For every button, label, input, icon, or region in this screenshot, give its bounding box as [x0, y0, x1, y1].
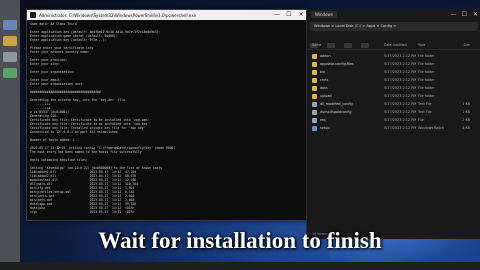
minimize-button[interactable]: — — [271, 10, 283, 20]
video-caption: Wait for installation to finish — [98, 228, 382, 253]
file-date: 5/17/2023 2:12 PM — [384, 94, 417, 98]
file-name-cell: setup — [312, 125, 384, 131]
folder-icon — [312, 93, 317, 99]
file-size: 1 KB — [462, 110, 470, 114]
file-row[interactable]: upload 5/17/2023 2:12 PM File folder — [312, 92, 476, 100]
folder-icon — [312, 77, 317, 83]
file-type: File folder — [418, 54, 435, 58]
window-controls: — ☐ ✕ — [448, 9, 480, 20]
file-size: 1 KB — [462, 102, 470, 106]
address-bar[interactable]: Windows > Local Disk (C:) > Apps > Confi… — [310, 22, 478, 31]
dock-app-icon[interactable] — [3, 68, 17, 78]
explorer-tab[interactable]: Windows — [311, 11, 337, 18]
file-name-cell: appdata-config-files — [312, 61, 384, 67]
file-type: File folder — [418, 78, 435, 82]
file-type: Windows Batch — [418, 126, 444, 130]
file-name: dumplingoldconfig — [320, 110, 352, 114]
file-name: upload — [320, 94, 332, 98]
document-icon — [312, 101, 317, 107]
file-name: dll_modified_config — [320, 102, 353, 106]
file-date: 5/17/2023 2:12 PM — [384, 62, 417, 66]
folder-icon — [312, 61, 317, 67]
powershell-window[interactable]: Administrator: C:\Windows\System32\Windo… — [26, 9, 308, 221]
file-size: 2 KB — [462, 118, 470, 122]
file-type: File folder — [418, 94, 435, 98]
explorer-toolbar — [310, 33, 478, 48]
file-row[interactable]: dll_modified_config 5/17/2023 2:12 PM Text… — [312, 100, 476, 108]
file-list: addon 5/17/2023 2:12 PM File folder appdata… — [307, 50, 480, 134]
maximize-button[interactable]: ☐ — [459, 9, 470, 20]
file-name: setup — [320, 126, 330, 130]
file-type: File folder — [418, 86, 435, 90]
folder-icon — [312, 53, 317, 59]
file-row[interactable]: dumplingoldconfig 5/17/2023 2:12 PM Text F… — [312, 108, 476, 116]
folder-icon — [312, 69, 317, 75]
file-row[interactable]: data 5/17/2023 2:12 PM File folder — [312, 84, 476, 92]
file-name: bin — [320, 70, 326, 74]
file-type: File folder — [418, 70, 435, 74]
dock-app-icon[interactable] — [3, 52, 17, 62]
file-type: File folder — [418, 62, 435, 66]
column-size[interactable]: Size — [450, 42, 470, 49]
document-icon — [312, 109, 317, 115]
file-name: data — [320, 86, 328, 90]
file-type: Text File — [418, 102, 432, 106]
file-name-cell: req — [312, 117, 384, 123]
window-controls: — ☐ ✕ — [271, 10, 307, 20]
file-date: 5/17/2023 2:12 PM — [384, 86, 417, 90]
file-date: 5/17/2023 2:12 PM — [384, 118, 417, 122]
file-row[interactable]: appdata-config-files 5/17/2023 2:12 PM Fil… — [312, 60, 476, 68]
file-name-cell: dll_modified_config — [312, 101, 384, 107]
file-date: 5/17/2023 2:12 PM — [384, 102, 417, 106]
file-name-cell: dumplingoldconfig — [312, 109, 384, 115]
file-date: 5/17/2023 2:12 PM — [384, 54, 417, 58]
taskbar — [0, 262, 480, 270]
console-titlebar[interactable]: Administrator: C:\Windows\System32\Windo… — [27, 10, 307, 20]
file-list-header: Name Date modified Type Size — [307, 42, 480, 50]
file-date: 5/17/2023 2:12 PM — [384, 70, 417, 74]
folder-icon — [312, 85, 317, 91]
document-icon — [312, 117, 317, 123]
file-name: appdata-config-files — [320, 62, 354, 66]
file-name-cell: addon — [312, 53, 384, 59]
file-name-cell: data — [312, 85, 384, 91]
file-date: 5/17/2023 2:12 PM — [384, 126, 417, 130]
file-name: req — [320, 118, 326, 122]
column-type[interactable]: Type — [418, 42, 450, 49]
dock-app-icon[interactable] — [3, 20, 17, 30]
file-name-cell: bin — [312, 69, 384, 75]
explorer-titlebar[interactable]: Windows — ☐ ✕ — [307, 9, 480, 20]
file-name: certs — [320, 78, 329, 82]
console-title: Administrator: C:\Windows\System32\Windo… — [39, 12, 197, 18]
file-date: 5/17/2023 2:12 PM — [384, 110, 417, 114]
file-explorer-window[interactable]: Windows — ☐ ✕ Windows > Local Disk (C:) … — [306, 9, 480, 239]
column-name[interactable]: Name — [312, 42, 384, 49]
maximize-button[interactable]: ☐ — [283, 10, 295, 20]
file-row[interactable]: req 5/17/2023 2:12 PM File 2 KB — [312, 116, 476, 124]
file-date: 5/17/2023 2:12 PM — [384, 78, 417, 82]
file-row[interactable]: bin 5/17/2023 2:12 PM File folder — [312, 68, 476, 76]
minimize-button[interactable]: — — [448, 9, 459, 20]
dock-folder-icon[interactable] — [3, 36, 17, 46]
console-output[interactable]: Game data: Aa Clans Third Enter applicati… — [30, 22, 304, 217]
file-name: addon — [320, 54, 331, 58]
close-button[interactable]: ✕ — [470, 9, 480, 20]
file-name-cell: certs — [312, 77, 384, 83]
column-date[interactable]: Date modified — [384, 42, 418, 49]
file-size: 4 KB — [462, 126, 470, 130]
file-type: Text File — [418, 110, 432, 114]
terminal-icon — [30, 12, 36, 18]
file-row[interactable]: setup 5/17/2023 2:12 PM Windows Batch 4 KB — [312, 124, 476, 132]
file-name-cell: upload — [312, 93, 384, 99]
batch-file-icon — [312, 125, 317, 131]
file-row[interactable]: certs 5/17/2023 2:12 PM File folder — [312, 76, 476, 84]
file-row[interactable]: addon 5/17/2023 2:12 PM File folder — [312, 52, 476, 60]
file-type: File — [418, 118, 424, 122]
